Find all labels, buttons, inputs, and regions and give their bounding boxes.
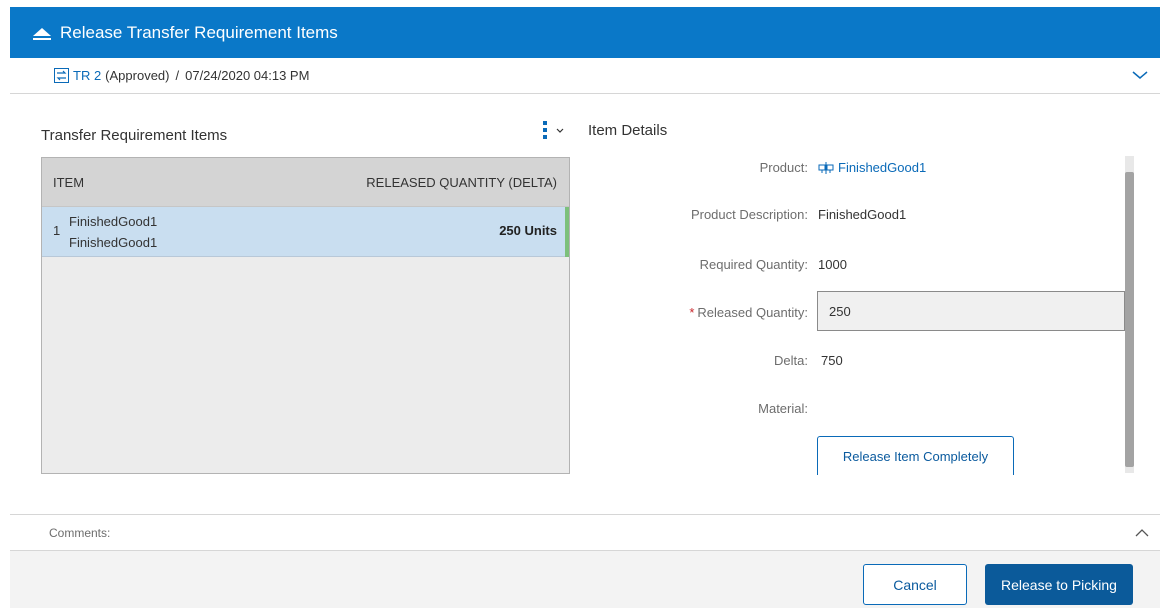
chevron-up-icon[interactable]	[1134, 527, 1150, 539]
product-description-label: Product Description:	[690, 207, 808, 222]
comments-label: Comments:	[49, 525, 111, 540]
product-icon	[818, 161, 834, 174]
column-header-item[interactable]: ITEM	[53, 175, 84, 190]
summary-separator: /	[175, 68, 180, 83]
table-row[interactable]: 1 FinishedGood1 FinishedGood1 250 Units	[42, 207, 569, 257]
released-quantity-label: * Released Quantity:	[689, 305, 808, 320]
release-item-completely-button[interactable]: Release Item Completely	[817, 436, 1014, 475]
items-panel-title: Transfer Requirement Items	[41, 127, 228, 144]
row-item-description: FinishedGood1	[69, 235, 158, 250]
items-grid: ITEM RELEASED QUANTITY (DELTA) 1 Finishe…	[41, 157, 570, 474]
product-value[interactable]: FinishedGood1	[818, 160, 926, 175]
product-label: Product:	[759, 160, 808, 175]
delta-value: 750	[821, 353, 843, 368]
chevron-down-icon	[556, 128, 564, 133]
dialog-title: Release Transfer Requirement Items	[60, 22, 338, 42]
dialog-title-bar: Release Transfer Requirement Items	[10, 7, 1160, 58]
row-released-quantity: 250 Units	[499, 223, 557, 238]
required-marker: *	[689, 305, 695, 320]
transfer-summary-bar: TR 2 (Approved) / 07/24/2020 04:13 PM	[10, 58, 1160, 94]
details-panel-title: Item Details	[588, 122, 668, 139]
tr-link[interactable]: TR 2	[73, 68, 101, 83]
grid-header: ITEM RELEASED QUANTITY (DELTA)	[42, 158, 569, 207]
row-number: 1	[53, 223, 61, 238]
cancel-button[interactable]: Cancel	[863, 564, 967, 605]
material-label: Material:	[758, 401, 808, 416]
column-header-released-quantity[interactable]: RELEASED QUANTITY (DELTA)	[366, 175, 557, 190]
released-quantity-label-text: Released Quantity:	[697, 305, 808, 320]
row-item-name: FinishedGood1	[69, 214, 158, 229]
product-link[interactable]: FinishedGood1	[838, 160, 926, 175]
caret-up-icon[interactable]	[32, 24, 52, 42]
row-status-flag	[565, 207, 569, 257]
delta-label: Delta:	[774, 353, 808, 368]
comments-bar[interactable]: Comments:	[10, 514, 1160, 551]
details-scrollbar-thumb[interactable]	[1125, 172, 1134, 467]
tr-status: (Approved)	[105, 68, 170, 83]
chevron-down-icon[interactable]	[1132, 68, 1148, 82]
product-description-value: FinishedGood1	[818, 207, 907, 222]
items-menu-button[interactable]	[540, 119, 570, 141]
tr-date: 07/24/2020 04:13 PM	[185, 68, 310, 83]
release-to-picking-button[interactable]: Release to Picking	[985, 564, 1133, 605]
required-quantity-label: Required Quantity:	[699, 257, 808, 272]
required-quantity-value: 1000	[818, 257, 847, 272]
kebab-menu-icon	[543, 121, 547, 139]
transfer-icon	[54, 68, 69, 83]
released-quantity-input[interactable]	[817, 291, 1125, 331]
